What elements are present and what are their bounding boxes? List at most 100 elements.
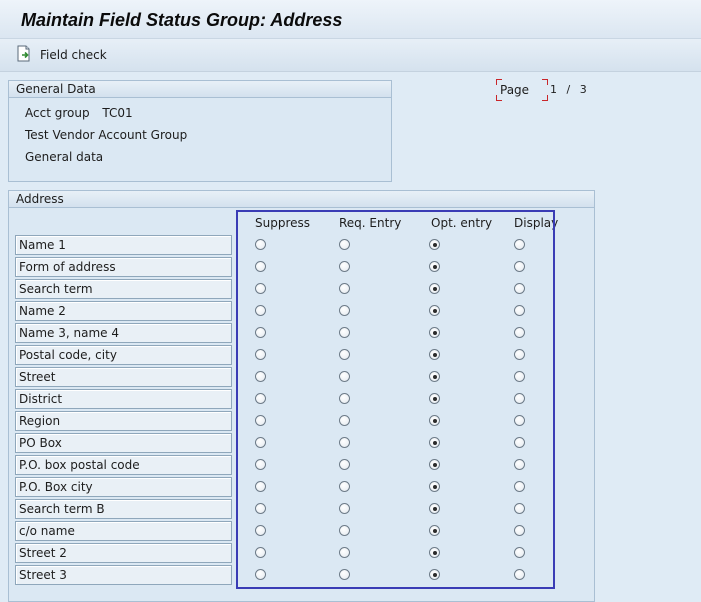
radio-opt-entry[interactable] (429, 261, 440, 272)
radio-req-entry[interactable] (339, 415, 350, 426)
radio-opt-entry[interactable] (429, 437, 440, 448)
radio-opt-entry[interactable] (429, 327, 440, 338)
field-label: Region (15, 411, 232, 431)
radio-display[interactable] (514, 239, 525, 250)
field-label: Name 2 (15, 301, 232, 321)
radio-suppress[interactable] (255, 283, 266, 294)
radio-opt-entry[interactable] (429, 569, 440, 580)
address-header: Address (9, 191, 594, 208)
focus-corner-icon (542, 79, 548, 85)
radio-suppress[interactable] (255, 481, 266, 492)
field-label: Name 3, name 4 (15, 323, 232, 343)
window-title: Maintain Field Status Group: Address (21, 10, 343, 30)
radio-req-entry[interactable] (339, 239, 350, 250)
column-header-suppress: Suppress (255, 216, 311, 230)
acct-group-row: Acct group TC01 (25, 106, 133, 120)
radio-display[interactable] (514, 371, 525, 382)
document-arrow-icon (16, 45, 32, 65)
radio-suppress[interactable] (255, 525, 266, 536)
radio-req-entry[interactable] (339, 481, 350, 492)
radio-display[interactable] (514, 459, 525, 470)
radio-suppress[interactable] (255, 459, 266, 470)
radio-req-entry[interactable] (339, 547, 350, 558)
field-label: P.O. Box city (15, 477, 232, 497)
column-header-opt-entry: Opt. entry (431, 216, 493, 230)
radio-suppress[interactable] (255, 239, 266, 250)
radio-opt-entry[interactable] (429, 393, 440, 404)
page-total: 3 (579, 83, 588, 96)
radio-display[interactable] (514, 437, 525, 448)
field-label: District (15, 389, 232, 409)
field-label: P.O. box postal code (15, 455, 232, 475)
radio-opt-entry[interactable] (429, 525, 440, 536)
general-data-subgroup: General data (25, 150, 104, 164)
application-toolbar: Field check (0, 39, 701, 72)
radio-req-entry[interactable] (339, 437, 350, 448)
radio-suppress[interactable] (255, 393, 266, 404)
radio-display[interactable] (514, 261, 525, 272)
field-check-button[interactable]: Field check (16, 45, 107, 65)
field-label: Form of address (15, 257, 232, 277)
radio-display[interactable] (514, 393, 525, 404)
radio-opt-entry[interactable] (429, 239, 440, 250)
radio-display[interactable] (514, 525, 525, 536)
radio-opt-entry[interactable] (429, 305, 440, 316)
radio-suppress[interactable] (255, 371, 266, 382)
field-label: Street (15, 367, 232, 387)
field-label: Name 1 (15, 235, 232, 255)
radio-display[interactable] (514, 569, 525, 580)
radio-req-entry[interactable] (339, 393, 350, 404)
radio-opt-entry[interactable] (429, 371, 440, 382)
field-label: Street 2 (15, 543, 232, 563)
field-label: Search term B (15, 499, 232, 519)
radio-display[interactable] (514, 481, 525, 492)
radio-suppress[interactable] (255, 503, 266, 514)
column-header-display: Display (514, 216, 559, 230)
radio-suppress[interactable] (255, 437, 266, 448)
general-data-header: General Data (9, 81, 391, 98)
radio-req-entry[interactable] (339, 371, 350, 382)
radio-opt-entry[interactable] (429, 459, 440, 470)
radio-opt-entry[interactable] (429, 481, 440, 492)
radio-suppress[interactable] (255, 305, 266, 316)
radio-opt-entry[interactable] (429, 349, 440, 360)
radio-req-entry[interactable] (339, 525, 350, 536)
radio-opt-entry[interactable] (429, 547, 440, 558)
radio-display[interactable] (514, 415, 525, 426)
radio-display[interactable] (514, 305, 525, 316)
radio-suppress[interactable] (255, 569, 266, 580)
general-data-group: General Data Acct group TC01 Test Vendor… (8, 80, 392, 182)
radio-display[interactable] (514, 349, 525, 360)
field-label: Postal code, city (15, 345, 232, 365)
radio-suppress[interactable] (255, 547, 266, 558)
page-separator: / (566, 83, 572, 96)
radio-display[interactable] (514, 327, 525, 338)
focus-corner-icon (542, 95, 548, 101)
radio-req-entry[interactable] (339, 283, 350, 294)
radio-req-entry[interactable] (339, 305, 350, 316)
radio-suppress[interactable] (255, 415, 266, 426)
field-label: PO Box (15, 433, 232, 453)
radio-display[interactable] (514, 503, 525, 514)
page-field[interactable]: Page (496, 79, 548, 101)
acct-group-description: Test Vendor Account Group (25, 128, 188, 142)
radio-req-entry[interactable] (339, 261, 350, 272)
radio-suppress[interactable] (255, 349, 266, 360)
radio-display[interactable] (514, 283, 525, 294)
radio-req-entry[interactable] (339, 503, 350, 514)
radio-opt-entry[interactable] (429, 283, 440, 294)
acct-group-label: Acct group (25, 106, 90, 120)
radio-req-entry[interactable] (339, 349, 350, 360)
page-counter: 1 / 3 (550, 83, 588, 96)
radio-suppress[interactable] (255, 327, 266, 338)
radio-req-entry[interactable] (339, 327, 350, 338)
page-label: Page (500, 83, 530, 97)
radio-suppress[interactable] (255, 261, 266, 272)
radio-display[interactable] (514, 547, 525, 558)
radio-opt-entry[interactable] (429, 503, 440, 514)
page-current: 1 (550, 83, 558, 96)
radio-opt-entry[interactable] (429, 415, 440, 426)
radio-req-entry[interactable] (339, 569, 350, 580)
radio-req-entry[interactable] (339, 459, 350, 470)
column-header-req-entry: Req. Entry (339, 216, 402, 230)
